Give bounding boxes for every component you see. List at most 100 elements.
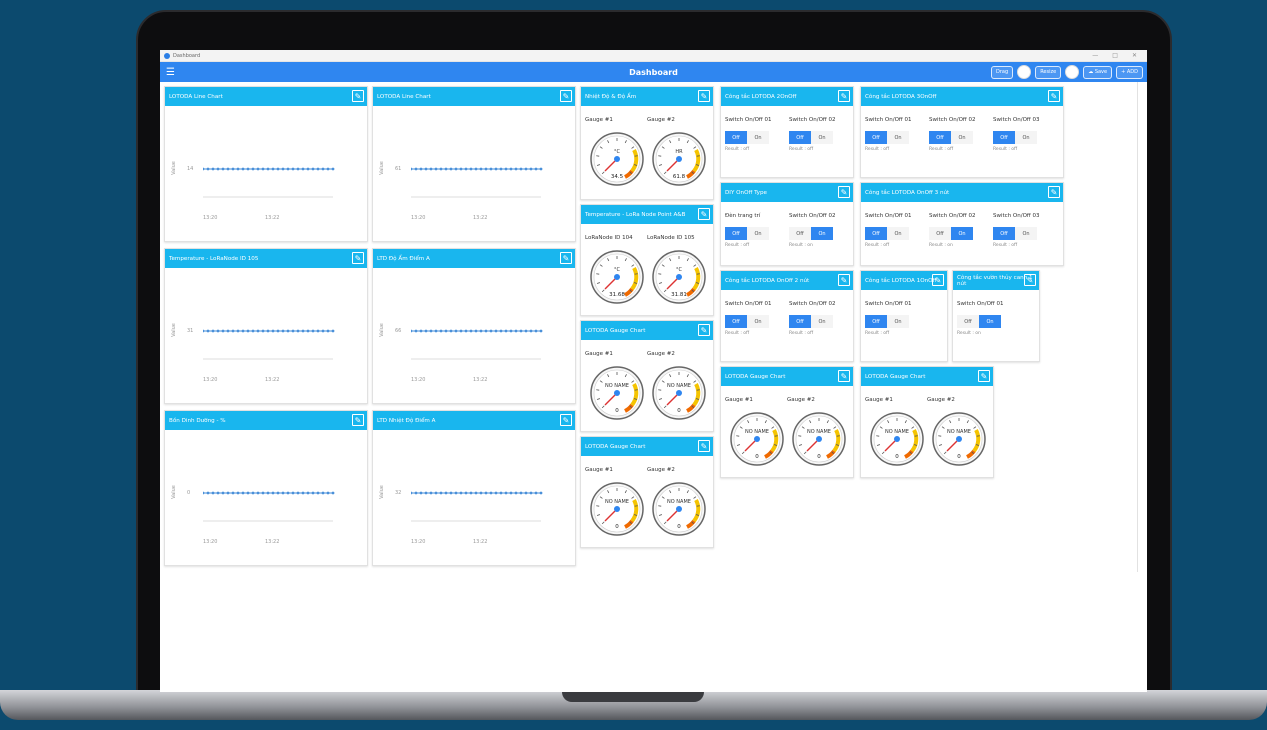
on-button[interactable]: On bbox=[951, 227, 973, 240]
on-off-switch[interactable]: Off On bbox=[993, 227, 1037, 240]
resize-toggle[interactable] bbox=[1065, 65, 1080, 79]
on-button[interactable]: On bbox=[811, 315, 833, 328]
off-button[interactable]: Off bbox=[789, 131, 811, 144]
on-button[interactable]: On bbox=[747, 227, 769, 240]
edit-icon[interactable]: ✎ bbox=[838, 186, 850, 198]
data-point bbox=[439, 491, 443, 495]
data-point bbox=[291, 167, 295, 171]
switch-card: Công tắc LOTODA 2OnOff ✎ Switch On/Off 01 O… bbox=[720, 86, 854, 178]
data-point bbox=[489, 329, 493, 333]
on-off-switch[interactable]: Off On bbox=[725, 315, 769, 328]
maximize-icon[interactable]: □ bbox=[1112, 52, 1118, 59]
edit-icon[interactable]: ✎ bbox=[352, 90, 364, 102]
on-off-switch[interactable]: Off On bbox=[929, 227, 973, 240]
on-button[interactable]: On bbox=[747, 131, 769, 144]
on-button[interactable]: On bbox=[887, 315, 909, 328]
on-off-switch[interactable]: Off On bbox=[789, 227, 833, 240]
gauge-label: Gauge #2 bbox=[647, 351, 675, 357]
close-icon[interactable]: ✕ bbox=[1132, 52, 1137, 59]
data-point bbox=[321, 329, 325, 333]
on-off-switch[interactable]: Off On bbox=[993, 131, 1037, 144]
data-point bbox=[464, 167, 468, 171]
add-button[interactable]: + ADD bbox=[1116, 65, 1143, 79]
off-button[interactable]: Off bbox=[789, 315, 811, 328]
switch-card: Công tắc LOTODA OnOff 2 nút ✎ Switch On/Of… bbox=[720, 270, 854, 362]
on-off-switch[interactable]: Off On bbox=[725, 227, 769, 240]
card-header: Công tắc vườn thủy canh 1 nút ✎ bbox=[953, 271, 1039, 290]
edit-icon[interactable]: ✎ bbox=[352, 414, 364, 426]
data-point bbox=[424, 167, 428, 171]
on-off-switch[interactable]: Off On bbox=[865, 315, 909, 328]
edit-icon[interactable]: ✎ bbox=[698, 440, 710, 452]
data-point bbox=[414, 491, 418, 495]
switch-result: Result : off bbox=[789, 147, 814, 152]
on-button[interactable]: On bbox=[747, 315, 769, 328]
on-off-switch[interactable]: Off On bbox=[929, 131, 973, 144]
x-tick-label: 13:22 bbox=[265, 215, 280, 221]
minimize-icon[interactable]: — bbox=[1092, 52, 1098, 59]
on-button[interactable]: On bbox=[811, 227, 833, 240]
data-point bbox=[286, 491, 290, 495]
gauge-value: 34.5 bbox=[611, 174, 624, 180]
gauge-hub bbox=[676, 274, 682, 280]
hamburger-icon[interactable]: ☰ bbox=[166, 67, 184, 78]
on-button[interactable]: On bbox=[811, 131, 833, 144]
on-button[interactable]: On bbox=[887, 131, 909, 144]
on-button[interactable]: On bbox=[979, 315, 1001, 328]
off-button[interactable]: Off bbox=[789, 227, 811, 240]
on-off-switch[interactable]: Off On bbox=[725, 131, 769, 144]
edit-icon[interactable]: ✎ bbox=[1048, 186, 1060, 198]
data-point bbox=[439, 329, 443, 333]
data-point bbox=[514, 491, 518, 495]
edit-icon[interactable]: ✎ bbox=[838, 90, 850, 102]
off-button[interactable]: Off bbox=[993, 227, 1015, 240]
switch-result: Result : off bbox=[725, 243, 750, 248]
switch-card: Công tắc LOTODA OnOff 3 nút ✎ Switch On/Of… bbox=[860, 182, 1064, 266]
edit-icon[interactable]: ✎ bbox=[838, 274, 850, 286]
save-button[interactable]: ☁ Save bbox=[1083, 65, 1113, 79]
off-button[interactable]: Off bbox=[865, 131, 887, 144]
data-point bbox=[203, 167, 205, 171]
scrollbar[interactable] bbox=[1137, 82, 1145, 572]
data-point bbox=[231, 329, 235, 333]
off-button[interactable]: Off bbox=[865, 227, 887, 240]
on-button[interactable]: On bbox=[887, 227, 909, 240]
data-point bbox=[479, 329, 483, 333]
on-off-switch[interactable]: Off On bbox=[957, 315, 1001, 328]
on-off-switch[interactable]: Off On bbox=[865, 227, 909, 240]
on-off-switch[interactable]: Off On bbox=[865, 131, 909, 144]
edit-icon[interactable]: ✎ bbox=[698, 324, 710, 336]
off-button[interactable]: Off bbox=[993, 131, 1015, 144]
data-point bbox=[256, 329, 260, 333]
edit-icon[interactable]: ✎ bbox=[560, 414, 572, 426]
edit-icon[interactable]: ✎ bbox=[978, 370, 990, 382]
gauge-hub bbox=[676, 506, 682, 512]
edit-icon[interactable]: ✎ bbox=[560, 90, 572, 102]
off-button[interactable]: Off bbox=[725, 227, 747, 240]
off-button[interactable]: Off bbox=[929, 131, 951, 144]
data-point bbox=[246, 329, 250, 333]
on-button[interactable]: On bbox=[951, 131, 973, 144]
edit-icon[interactable]: ✎ bbox=[932, 274, 944, 286]
on-off-switch[interactable]: Off On bbox=[789, 315, 833, 328]
edit-icon[interactable]: ✎ bbox=[560, 252, 572, 264]
drag-button[interactable]: Drag bbox=[991, 65, 1014, 79]
edit-icon[interactable]: ✎ bbox=[1024, 274, 1036, 286]
off-button[interactable]: Off bbox=[957, 315, 979, 328]
on-off-switch[interactable]: Off On bbox=[789, 131, 833, 144]
edit-icon[interactable]: ✎ bbox=[698, 208, 710, 220]
edit-icon[interactable]: ✎ bbox=[698, 90, 710, 102]
on-button[interactable]: On bbox=[1015, 131, 1037, 144]
on-button[interactable]: On bbox=[1015, 227, 1037, 240]
edit-icon[interactable]: ✎ bbox=[838, 370, 850, 382]
off-button[interactable]: Off bbox=[725, 131, 747, 144]
off-button[interactable]: Off bbox=[865, 315, 887, 328]
gauge-hub bbox=[816, 436, 822, 442]
resize-button[interactable]: Resize bbox=[1035, 65, 1062, 79]
card-title: Công tắc LOTODA 2OnOff bbox=[725, 93, 797, 100]
edit-icon[interactable]: ✎ bbox=[352, 252, 364, 264]
edit-icon[interactable]: ✎ bbox=[1048, 90, 1060, 102]
off-button[interactable]: Off bbox=[929, 227, 951, 240]
off-button[interactable]: Off bbox=[725, 315, 747, 328]
drag-toggle[interactable] bbox=[1017, 65, 1032, 79]
